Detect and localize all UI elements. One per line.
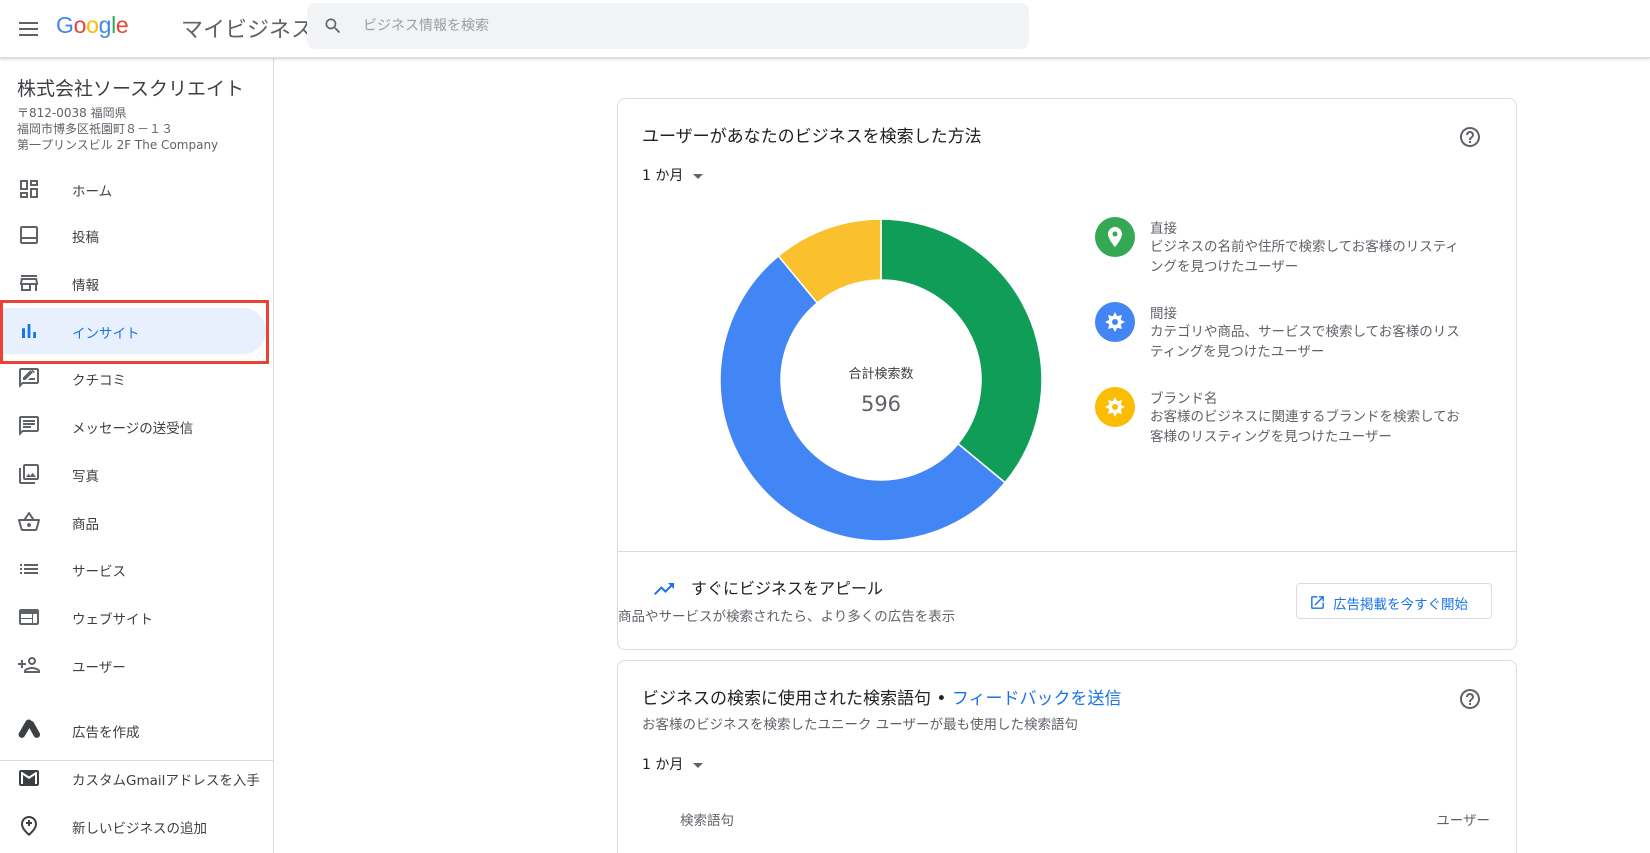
chart-center-label: 合計検索数 xyxy=(848,366,913,382)
legend-description: ビジネスの名前や住所で検索してお客様のリスティングを見つけたユーザー xyxy=(1150,239,1459,275)
sidebar-item-label: 商品 xyxy=(72,517,99,533)
period-label: 1 か月 xyxy=(642,757,684,773)
sidebar-item-reviews[interactable]: クチコミ xyxy=(0,355,266,401)
location-pin-icon xyxy=(1095,217,1135,257)
sidebar-item-services[interactable]: サービス xyxy=(0,546,266,592)
legend-description: お客様のビジネスに関連するブランドを検索してお客様のリスティングを見つけたユーザ… xyxy=(1150,409,1460,445)
sidebar-item-label: 情報 xyxy=(72,278,99,294)
period-label: 1 か月 xyxy=(642,168,684,184)
google-logo[interactable]: Google xyxy=(56,12,129,39)
chat-icon xyxy=(19,416,39,436)
photo-library-icon xyxy=(19,464,39,484)
address-line: 第一プリンスビル 2F The Company xyxy=(17,138,219,152)
sidebar-item-label: ユーザー xyxy=(72,660,126,676)
card-title-text: ビジネスの検索に使用された検索語句 xyxy=(642,689,931,709)
google-ads-icon xyxy=(18,719,41,738)
list-icon xyxy=(20,564,38,574)
add-location-icon xyxy=(21,816,37,836)
dashboard-icon xyxy=(20,180,38,198)
search-terms-card: ビジネスの検索に使用された検索語句 • フィードバックを送信 お客様のビジネスを… xyxy=(617,660,1517,853)
promo-title: すぐにビジネスをアピール xyxy=(691,579,884,598)
hamburger-menu-icon[interactable] xyxy=(16,16,42,42)
shopping-basket-icon xyxy=(18,511,40,531)
address-line: 〒812-0038 福岡県 xyxy=(17,106,127,120)
business-name: 株式会社ソースクリエイト xyxy=(17,78,245,100)
branded-icon xyxy=(1095,387,1135,427)
sidebar: 株式会社ソースクリエイト 〒812-0038 福岡県 福岡市博多区祇園町８－１３… xyxy=(0,58,274,853)
start-ads-label: 広告掲載を今すぐ開始 xyxy=(1333,597,1468,613)
person-add-icon xyxy=(18,657,40,673)
sidebar-item-label: ホーム xyxy=(72,184,113,200)
sidebar-item-label: インサイト xyxy=(72,326,140,342)
period-dropdown[interactable]: 1 か月 xyxy=(642,754,704,774)
sidebar-item-photos[interactable]: 写真 xyxy=(0,451,266,497)
legend-title: 直接 xyxy=(1150,221,1177,237)
sidebar-item-label: 写真 xyxy=(72,469,99,485)
card-divider xyxy=(618,551,1516,552)
sidebar-item-info[interactable]: 情報 xyxy=(0,260,266,306)
card-subtitle: お客様のビジネスを検索したユニーク ユーザーが最も使用した検索語句 xyxy=(642,717,1079,733)
legend-description: カテゴリや商品、サービスで検索してお客様のリスティングを見つけたユーザー xyxy=(1150,324,1460,360)
column-header-term: 検索語句 xyxy=(680,813,734,829)
sidebar-item-add-business[interactable]: 新しいビジネスの追加 xyxy=(0,803,266,849)
sidebar-item-products[interactable]: 商品 xyxy=(0,499,266,545)
feedback-link[interactable]: フィードバックを送信 xyxy=(952,689,1122,709)
title-separator: • xyxy=(931,689,952,709)
search-icon xyxy=(325,18,341,34)
business-address: 〒812-0038 福岡県 福岡市博多区祇園町８－１３ 第一プリンスビル 2F … xyxy=(17,105,218,153)
web-icon xyxy=(19,609,39,625)
bar-chart-icon xyxy=(22,324,36,338)
promo-description: 商品やサービスが検索されたら、より多くの広告を表示 xyxy=(618,609,956,625)
gmail-icon xyxy=(19,770,39,786)
sidebar-item-gmail[interactable]: カスタムGmailアドレスを入手 xyxy=(0,755,266,801)
sidebar-item-label: クチコミ xyxy=(72,373,126,389)
donut-slice-1 xyxy=(880,218,1043,484)
sidebar-item-messages[interactable]: メッセージの送受信 xyxy=(0,403,266,449)
help-icon[interactable] xyxy=(1458,687,1482,711)
column-header-users: ユーザー xyxy=(1436,813,1490,829)
sidebar-item-users[interactable]: ユーザー xyxy=(0,642,266,688)
sidebar-item-label: 投稿 xyxy=(72,230,99,246)
search-box[interactable] xyxy=(307,3,1029,49)
product-name: マイビジネス xyxy=(181,18,314,43)
storefront-icon xyxy=(20,275,38,291)
donut-chart: 合計検索数 596 xyxy=(719,218,1043,542)
sidebar-item-label: メッセージの送受信 xyxy=(72,421,194,437)
start-ads-button[interactable]: 広告掲載を今すぐ開始 xyxy=(1296,583,1492,619)
sidebar-item-label: 広告を作成 xyxy=(72,725,140,741)
card-title: ビジネスの検索に使用された検索語句 • フィードバックを送信 xyxy=(642,684,1122,709)
open-in-new-icon xyxy=(1311,596,1324,609)
legend-title: 間接 xyxy=(1150,306,1177,322)
sidebar-item-website[interactable]: ウェブサイト xyxy=(0,594,266,640)
posts-icon xyxy=(20,226,38,244)
search-input[interactable] xyxy=(363,11,1003,41)
search-method-card: ユーザーがあなたのビジネスを検索した方法 1 か月 合計検索数 596 直接 ビ… xyxy=(617,98,1517,650)
chevron-down-icon xyxy=(693,762,704,768)
address-line: 福岡市博多区祇園町８－１３ xyxy=(17,122,174,136)
sidebar-item-insights[interactable]: インサイト xyxy=(0,308,266,354)
period-dropdown[interactable]: 1 か月 xyxy=(642,165,704,185)
sidebar-item-home[interactable]: ホーム xyxy=(0,166,266,212)
sidebar-item-label: カスタムGmailアドレスを入手 xyxy=(72,773,260,789)
rate-review-icon xyxy=(19,368,39,388)
help-icon[interactable] xyxy=(1458,125,1482,149)
discovery-icon xyxy=(1095,302,1135,342)
chart-total-value: 596 xyxy=(861,392,901,416)
sidebar-item-label: ウェブサイト xyxy=(72,612,153,628)
legend-title: ブランド名 xyxy=(1150,391,1218,407)
card-title: ユーザーがあなたのビジネスを検索した方法 xyxy=(642,127,982,147)
chevron-down-icon xyxy=(693,173,704,179)
sidebar-item-posts[interactable]: 投稿 xyxy=(0,212,266,258)
sidebar-item-create-ad[interactable]: 広告を作成 xyxy=(0,707,266,753)
sidebar-item-label: 新しいビジネスの追加 xyxy=(72,821,207,837)
top-app-bar: Google マイビジネス xyxy=(0,0,1650,58)
trending-up-icon xyxy=(654,583,674,595)
sidebar-item-label: サービス xyxy=(72,564,126,580)
